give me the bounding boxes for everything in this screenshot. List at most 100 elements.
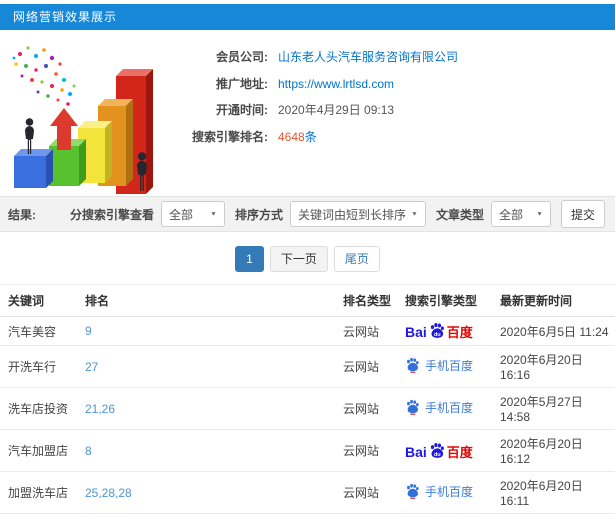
update-time-cell: 2020年6月20日 16:12 [500, 513, 615, 520]
svg-text:du: du [434, 332, 441, 338]
engine-cell: 手机百度 [405, 471, 500, 514]
column-header-1: 排名 [85, 284, 343, 317]
confetti-dots [12, 46, 76, 106]
engine-select-value: 全部 [168, 207, 193, 222]
article-type-value: 全部 [499, 207, 524, 222]
engine-select[interactable]: 全部 ▼ [160, 201, 225, 227]
mobile-baidu-logo: 手机百度 [405, 483, 473, 500]
baidu-logo: Bai du 百度 [405, 442, 473, 460]
update-time-cell: 2020年6月20日 16:12 [500, 429, 615, 472]
rank-cell: 27 [85, 345, 343, 388]
bar-chart-graphic [12, 46, 153, 194]
rank-type-cell: 云网站 [343, 387, 405, 430]
rank-type-cell: 云网站 [343, 471, 405, 514]
businessman-left [25, 118, 34, 154]
next-page-button[interactable]: 下一页 [269, 246, 328, 272]
rank-cell: 30 [85, 513, 343, 520]
result-label: 结果: [8, 207, 36, 222]
column-header-0: 关键词 [0, 284, 85, 317]
engine-cell: 手机百度 [405, 345, 500, 388]
article-type-label: 文章类型 [435, 207, 484, 222]
table-row: 加盟洗车店 25,28,28 云网站 手机百度 2020年6月20日 16:11 [0, 471, 615, 514]
filter-bar: 结果: 分搜索引擎查看 全部 ▼ 排序方式 关键词由短到长排序 ▼ 文章类型 全… [0, 196, 615, 232]
engine-cell: Bai du 百度 [405, 429, 500, 472]
rank-count-value: 4648 [278, 129, 305, 144]
keyword-cell: 汽车加盟店 [0, 429, 85, 472]
chevron-down-icon: ▼ [210, 211, 217, 217]
keyword-cell: 洗车赚钱吗 [0, 513, 85, 520]
engine-cell: 手机百度 [405, 387, 500, 430]
rank-type-cell: 云网站 [343, 316, 405, 346]
table-body: 汽车美容 9 云网站 Bai du 百度 2020年6月5日 11:24 开洗车行 27 云网站手… [0, 316, 615, 520]
info-row-url: 推广地址: https://www.lrtlsd.com [180, 71, 458, 98]
rank-count-label: 搜索引擎排名: [192, 129, 268, 144]
info-section: 会员公司: 山东老人头汽车服务咨询有限公司 推广地址: https://www.… [0, 30, 615, 196]
mobile-baidu-paw-icon [407, 400, 419, 416]
rank-value: 21,26 [85, 401, 116, 416]
info-row-company: 会员公司: 山东老人头汽车服务咨询有限公司 [180, 44, 458, 71]
column-header-2: 排名类型 [343, 284, 405, 317]
page-1-button[interactable]: 1 [235, 246, 264, 272]
info-row-rank-count: 搜索引擎排名: 4648条 [180, 124, 458, 151]
table-head-row: 关键词 排名 排名类型 搜索引擎类型 最新更新时间 [0, 284, 615, 317]
keyword-cell: 洗车店投资 [0, 387, 85, 430]
rank-cell: 21,26 [85, 387, 343, 430]
bar-blue [14, 149, 53, 188]
rank-type-cell: 云网站 [343, 345, 405, 388]
table-row: 洗车赚钱吗30云网站手机百度2020年6月20日 16:12 [0, 513, 615, 520]
article-type-select[interactable]: 全部 ▼ [491, 201, 551, 227]
chevron-down-icon: ▼ [411, 211, 418, 217]
company-link[interactable]: 山东老人头汽车服务咨询有限公司 [278, 44, 458, 71]
update-time-cell: 2020年6月20日 16:16 [500, 345, 615, 388]
mobile-baidu-paw-icon [407, 484, 419, 500]
chevron-down-icon: ▼ [536, 211, 543, 217]
mobile-baidu-logo: 手机百度 [405, 357, 473, 374]
rank-value: 8 [85, 443, 92, 458]
rank-type-cell: 云网站 [343, 513, 405, 520]
promo-url-link[interactable]: https://www.lrtlsd.com [278, 71, 394, 98]
update-time-cell: 2020年5月27日 14:58 [500, 387, 615, 430]
rank-cell: 25,28,28 [85, 471, 343, 514]
promo-url-label: 推广地址: [216, 76, 268, 91]
table-row: 洗车店投资 21,26 云网站 手机百度 2020年5月27日 14:58 [0, 387, 615, 430]
engine-cell: 手机百度 [405, 513, 500, 520]
results-table: 关键词 排名 排名类型 搜索引擎类型 最新更新时间 汽车美容 9 云网站 Bai du 百度 202… [0, 284, 615, 520]
open-time-value: 2020年4月29日 09:13 [278, 103, 395, 117]
baidu-logo: Bai du 百度 [405, 323, 473, 340]
rank-type-cell: 云网站 [343, 429, 405, 472]
keyword-cell: 开洗车行 [0, 345, 85, 388]
engine-filter-label: 分搜索引擎查看 [69, 207, 154, 222]
sort-select[interactable]: 关键词由短到长排序 ▼ [289, 201, 426, 227]
table-row: 汽车加盟店 8 云网站 Bai du 百度 2020年6月20日 16:12 [0, 429, 615, 472]
rank-cell: 9 [85, 316, 343, 346]
table-row: 开洗车行 27 云网站 手机百度 2020年6月20日 16:16 [0, 345, 615, 388]
info-row-open-time: 开通时间: 2020年4月29日 09:13 [180, 97, 458, 124]
page-title: 网络营销效果展示 [13, 10, 118, 24]
update-time-cell: 2020年6月20日 16:11 [500, 471, 615, 514]
pagination: 1 下一页 尾页 [0, 246, 615, 272]
column-header-4: 最新更新时间 [500, 284, 615, 317]
app-header: 网络营销效果展示 [0, 4, 615, 30]
rank-value: 9 [85, 324, 92, 338]
rank-cell: 8 [85, 429, 343, 472]
member-info: 会员公司: 山东老人头汽车服务咨询有限公司 推广地址: https://www.… [180, 36, 458, 192]
company-label: 会员公司: [216, 50, 268, 64]
update-time-cell: 2020年6月5日 11:24 [500, 316, 615, 346]
engine-cell: Bai du 百度 [405, 316, 500, 346]
keyword-cell: 汽车美容 [0, 316, 85, 346]
last-page-button[interactable]: 尾页 [333, 246, 380, 272]
baidu-paw-icon: du [430, 323, 444, 338]
rank-value: 27 [85, 359, 99, 374]
rank-value: 25,28,28 [85, 485, 132, 500]
mobile-baidu-paw-icon [407, 358, 419, 374]
table-row: 汽车美容 9 云网站 Bai du 百度 2020年6月5日 11:24 [0, 316, 615, 346]
submit-button[interactable]: 提交 [561, 200, 605, 228]
mobile-baidu-logo: 手机百度 [405, 399, 473, 416]
rank-count-suffix: 条 [304, 129, 317, 144]
sort-filter-label: 排序方式 [234, 207, 283, 222]
svg-text:du: du [434, 451, 441, 457]
column-header-3: 搜索引擎类型 [405, 284, 500, 317]
keyword-cell: 加盟洗车店 [0, 471, 85, 514]
open-time-label: 开通时间: [216, 103, 268, 117]
baidu-paw-icon: du [430, 442, 444, 457]
